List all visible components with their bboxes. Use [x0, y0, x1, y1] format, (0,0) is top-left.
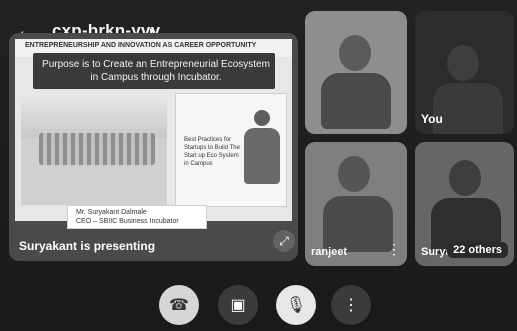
call-controls: ☎ ▣ 🎙 ⋮ — [0, 278, 517, 331]
presentation-slide: ENTREPRENEURSHIP AND INNOVATION AS CAREE… — [15, 39, 292, 229]
participant-video-1 — [305, 11, 407, 134]
participant-head — [339, 35, 371, 71]
slide-right-text: Best Practices for Startups to Build The… — [184, 137, 240, 167]
slide-speaker-nameplate: Mr. Suryakant Dalmale CEO – SBIIC Busine… — [67, 205, 207, 229]
participant-head — [338, 156, 370, 192]
mic-off-icon[interactable]: 🎙 — [276, 285, 316, 325]
slide-left-image — [21, 93, 167, 205]
slide-banner-text: Purpose is to Create an Entrepreneurial … — [42, 59, 270, 83]
video-camera-icon[interactable]: ▣ — [218, 285, 258, 325]
slide-speaker-line2: CEO – SBIIC Business Incubator — [76, 218, 179, 225]
slide-speaker-line1: Mr. Suryakant Dalmale — [76, 209, 147, 216]
participant-body — [323, 196, 393, 252]
others-count-badge[interactable]: 22 others — [447, 242, 508, 258]
fullscreen-icon[interactable]: ⤢ — [273, 230, 295, 252]
participant-head — [447, 45, 479, 81]
participant-tile-1[interactable] — [305, 11, 407, 134]
participant-head — [449, 160, 481, 196]
meeting-screen: ← cxp-brkn-yvy ▸ ⟳ 🎤 ENTREPRENEURSHIP AN… — [0, 0, 517, 331]
more-vertical-icon[interactable]: ⋮ — [331, 285, 371, 325]
participant-tile-4[interactable]: Surya 22 others — [415, 142, 514, 266]
speaker-photo — [244, 110, 280, 184]
presentation-tile[interactable]: ENTREPRENEURSHIP AND INNOVATION AS CAREE… — [9, 33, 298, 261]
participant-body — [321, 73, 391, 129]
slide-banner: Purpose is to Create an Entrepreneurial … — [33, 53, 275, 89]
slide-header-text: ENTREPRENEURSHIP AND INNOVATION AS CAREE… — [25, 42, 257, 49]
slide-right-panel: Best Practices for Startups to Build The… — [175, 93, 287, 207]
participant-name: You — [421, 112, 443, 126]
presenting-label: Suryakant is presenting — [19, 239, 156, 253]
participant-tile-2[interactable]: You — [415, 11, 514, 134]
participant-tile-3[interactable]: ranjeet ⋮ — [305, 142, 407, 266]
participant-menu-icon[interactable]: ⋮ — [387, 242, 401, 256]
end-call-icon[interactable]: ☎ — [159, 285, 199, 325]
participant-name: ranjeet — [311, 246, 348, 258]
participant-body — [433, 83, 503, 134]
